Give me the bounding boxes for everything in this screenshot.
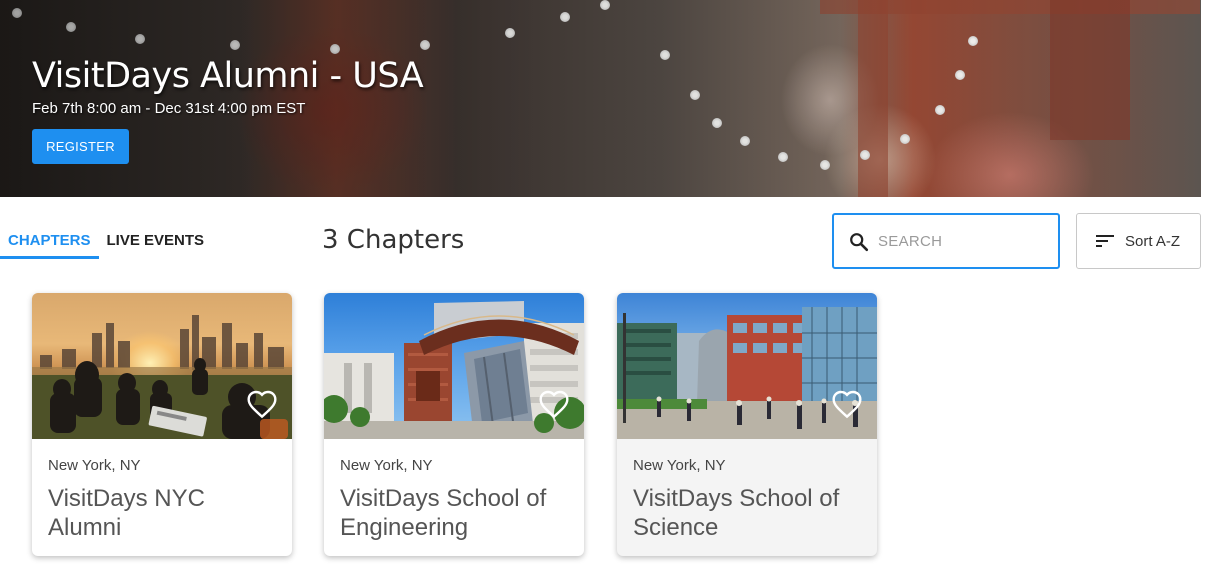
- chapter-image: [617, 293, 877, 439]
- event-title: VisitDays Alumni - USA: [32, 56, 424, 96]
- chapter-card[interactable]: New York, NY VisitDays NYC Alumni: [32, 293, 292, 556]
- heart-icon[interactable]: [246, 389, 278, 419]
- chapter-location: New York, NY: [340, 457, 433, 474]
- sort-label: Sort A-Z: [1125, 233, 1181, 250]
- register-button[interactable]: REGISTER: [32, 129, 129, 164]
- chapter-image: [324, 293, 584, 439]
- search-icon: [848, 231, 870, 258]
- chapter-card[interactable]: New York, NY VisitDays School of Enginee…: [324, 293, 584, 556]
- heart-icon[interactable]: [538, 389, 570, 419]
- chapter-location: New York, NY: [48, 457, 141, 474]
- chapter-card[interactable]: New York, NY VisitDays School of Science: [617, 293, 877, 556]
- chapter-image: [32, 293, 292, 439]
- chapter-name: VisitDays School of Science: [633, 485, 840, 541]
- heart-icon[interactable]: [831, 389, 863, 419]
- search-input[interactable]: [878, 229, 1048, 253]
- chapter-location: New York, NY: [633, 457, 726, 474]
- hero-overlay: [0, 0, 1201, 197]
- tab-chapters[interactable]: CHAPTERS: [0, 220, 99, 259]
- sort-button[interactable]: Sort A-Z: [1076, 213, 1201, 269]
- chapter-name: VisitDays NYC Alumni: [48, 485, 205, 541]
- search-box[interactable]: [832, 213, 1060, 269]
- event-dates: Feb 7th 8:00 am - Dec 31st 4:00 pm EST: [32, 100, 306, 117]
- chapter-name: VisitDays School of Engineering: [340, 485, 547, 541]
- chapters-count: 3 Chapters: [322, 225, 465, 255]
- tab-bar: CHAPTERS LIVE EVENTS: [0, 220, 212, 260]
- hero-banner: VisitDays Alumni - USA Feb 7th 8:00 am -…: [0, 0, 1201, 197]
- sort-icon: [1096, 233, 1114, 254]
- tab-live-events[interactable]: LIVE EVENTS: [99, 220, 213, 259]
